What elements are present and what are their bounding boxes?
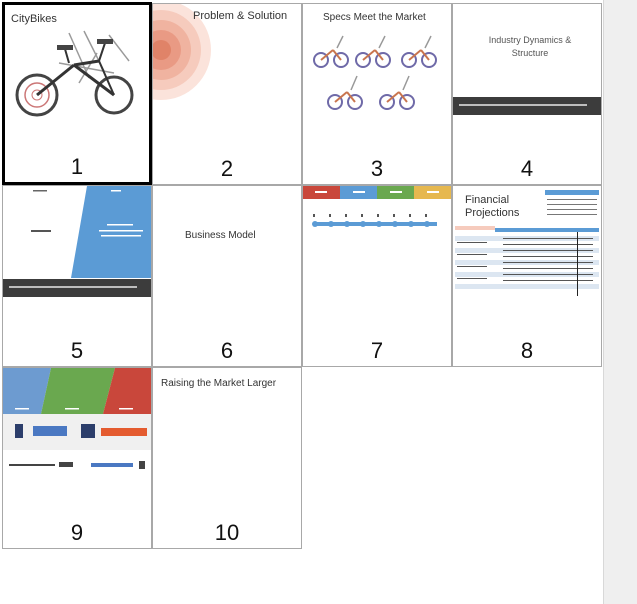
slide-preview — [3, 368, 151, 508]
slide-title: Raising the Market Larger — [161, 378, 277, 389]
slide-title: Business Model — [185, 230, 256, 241]
slide-preview — [3, 186, 151, 326]
slide-thumbnail-6[interactable]: Business Model 6 — [152, 185, 302, 367]
slide-preview: Raising the Market Larger — [153, 368, 301, 508]
slide-preview: Financial Projections — [453, 186, 601, 326]
slide-number: 6 — [220, 338, 234, 363]
slide-thumbnail-7[interactable]: 7 — [302, 185, 452, 367]
slide-thumbnail-5[interactable]: 5 — [2, 185, 152, 367]
timeline-graphic — [303, 186, 451, 227]
slide-thumbnail-9[interactable]: 9 — [2, 367, 152, 549]
slide-preview: Business Model — [153, 186, 301, 326]
slide-preview: Industry Dynamics & Structure — [453, 4, 601, 144]
slide-number: 5 — [70, 338, 84, 363]
caption-bar — [3, 279, 151, 297]
bicycle-image — [15, 30, 134, 117]
financial-table-graphic — [455, 190, 599, 296]
caption-bar — [453, 97, 601, 115]
slide-number: 7 — [370, 338, 384, 363]
slide-preview — [303, 186, 451, 326]
slide-number: 10 — [214, 520, 240, 545]
slide-title: Industry Dynamics & Structure — [488, 35, 572, 58]
split-graphic — [31, 186, 151, 278]
slide-number: 4 — [520, 156, 534, 181]
slide-title: Problem & Solution — [193, 10, 288, 22]
slide-thumbnail-1[interactable]: CityBikes 1 — [2, 2, 152, 185]
slide-thumbnail-8[interactable]: Financial Projections 8 — [452, 185, 602, 367]
vertical-scrollbar[interactable] — [603, 0, 637, 604]
slide-number: 8 — [520, 338, 534, 363]
slide-number: 2 — [220, 156, 234, 181]
competitor-graphic — [3, 368, 151, 469]
slide-thumbnail-10[interactable]: Raising the Market Larger 10 — [152, 367, 302, 549]
slide-thumbnail-4[interactable]: Industry Dynamics & Structure 4 — [452, 3, 602, 185]
slide-number: 1 — [70, 154, 84, 179]
slide-thumbnail-3[interactable]: Specs Meet the Market 3 — [302, 3, 452, 185]
slide-number: 3 — [370, 156, 384, 181]
bicycle-images — [313, 35, 437, 110]
slide-preview: CityBikes — [5, 5, 149, 145]
slide-preview: Problem & Solution — [153, 4, 301, 144]
slide-number: 9 — [70, 520, 84, 545]
slide-sorter-grid: CityBikes 1 Problem & Solution 2 Specs M… — [0, 0, 603, 604]
slide-preview: Specs Meet the Market — [303, 4, 451, 144]
slide-title: Specs Meet the Market — [323, 12, 426, 23]
slide-thumbnail-2[interactable]: Problem & Solution 2 — [152, 3, 302, 185]
